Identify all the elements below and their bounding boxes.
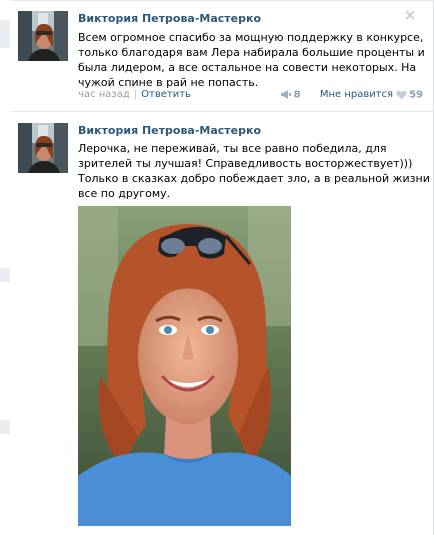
post-text: Всем огромное спасибо за мощную поддержк…: [78, 30, 425, 90]
avatar[interactable]: [18, 11, 68, 61]
post-text-line: зрителей ты лучшая! Справедливость восто…: [78, 157, 413, 170]
like-button[interactable]: Мне нравится 59: [304, 89, 423, 101]
post-text-line: Всем огромное спасибо за мощную поддержк…: [78, 31, 424, 44]
author-name-link[interactable]: Виктория Петрова-Мастерко: [78, 12, 261, 25]
share-button[interactable]: 8: [280, 89, 304, 101]
reply-link[interactable]: Ответить: [141, 89, 191, 100]
post-text-line: Только в сказках добро побеждает зло, а …: [78, 172, 430, 185]
portrait-photo: [78, 206, 291, 526]
heart-icon: [396, 90, 407, 99]
post-photo[interactable]: [78, 206, 291, 526]
like-label: Мне нравится: [319, 89, 394, 100]
meta-separator: |: [133, 89, 138, 100]
megaphone-icon: [280, 90, 291, 99]
avatar[interactable]: [18, 123, 68, 173]
post-text-line: все по другому.: [78, 187, 171, 200]
post-text-line: Лерочка, не переживай, ты все равно побе…: [78, 142, 387, 155]
post-meta: час назад | Ответить: [78, 89, 191, 100]
avatar-image: [18, 11, 68, 61]
post-text-line: только благодаря вам Лера набирала больш…: [78, 46, 425, 59]
post-text: Лерочка, не переживай, ты все равно побе…: [78, 141, 430, 201]
left-strip-block: [0, 20, 10, 48]
left-page-strip: [0, 0, 10, 535]
left-strip-block: [0, 268, 10, 282]
author-name-link[interactable]: Виктория Петрова-Мастерко: [78, 124, 261, 137]
wall-post: Виктория Петрова-Мастерко Лерочка, не пе…: [10, 112, 433, 535]
close-icon[interactable]: ×: [403, 8, 417, 23]
post-text-line: была лидером, а все остальное на совести…: [78, 61, 417, 74]
post-actions: 8 Мне нравится 59: [280, 89, 423, 102]
left-strip-block: [0, 420, 10, 434]
avatar-image: [18, 123, 68, 173]
like-count: 59: [409, 89, 423, 100]
post-text-line: чужой спине в рай не попасть.: [78, 76, 259, 89]
share-count: 8: [293, 89, 301, 100]
wall-post: Виктория Петрова-Мастерко Всем огромное …: [10, 1, 433, 111]
post-time[interactable]: час назад: [78, 89, 130, 100]
